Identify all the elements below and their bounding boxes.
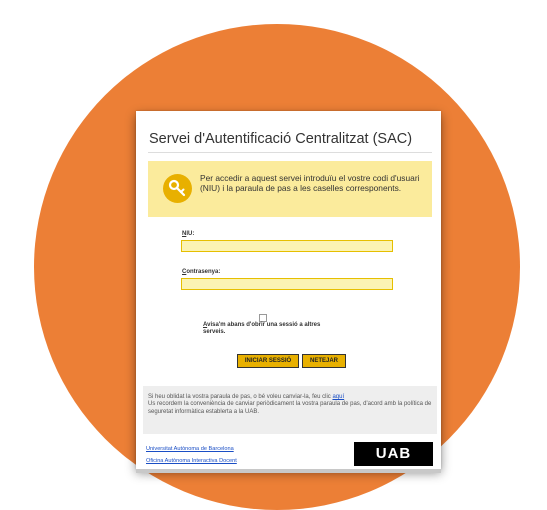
clear-button[interactable]: NETEJAR bbox=[302, 354, 346, 368]
title-divider bbox=[148, 152, 432, 153]
info-text: Per accedir a aquest servei introduïu el… bbox=[200, 173, 420, 193]
password-input[interactable] bbox=[181, 278, 393, 290]
forgot-password-link[interactable]: aquí bbox=[332, 394, 344, 400]
remember-label: Avisa'm abans d'obrir una sessió a altre… bbox=[203, 322, 323, 336]
uab-logo: UAB bbox=[354, 442, 433, 466]
uab-home-link[interactable]: Universitat Autònoma de Barcelona bbox=[146, 446, 234, 452]
niu-label: NIU: bbox=[182, 231, 194, 237]
niu-input[interactable] bbox=[181, 240, 393, 252]
notice-box: Si heu oblidat la vostra paraula de pas,… bbox=[143, 386, 437, 434]
page-title: Servei d'Autentificació Centralitzat (SA… bbox=[149, 131, 413, 147]
remember-label-text: visa'm abans d'obrir una sessió a altres… bbox=[203, 322, 321, 335]
notice-line-2: Us recordem la conveniència de canviar p… bbox=[148, 401, 432, 415]
password-label-text: ontrasenya: bbox=[186, 269, 221, 275]
login-button[interactable]: INICIAR SESSIÓ bbox=[237, 354, 299, 368]
key-icon bbox=[163, 174, 192, 203]
info-box: Per accedir a aquest servei introduïu el… bbox=[148, 161, 432, 217]
login-card: Servei d'Autentificació Centralitzat (SA… bbox=[136, 111, 441, 469]
notice-text: Si heu oblidat la vostra paraula de pas,… bbox=[148, 394, 433, 416]
password-label: Contrasenya: bbox=[182, 269, 220, 275]
niu-label-text: IU: bbox=[186, 231, 195, 237]
remember-checkbox[interactable] bbox=[259, 314, 267, 322]
card-bottom-edge bbox=[136, 469, 441, 473]
notice-line-1: Si heu oblidat la vostra paraula de pas,… bbox=[148, 394, 331, 400]
oaid-link[interactable]: Oficina Autònoma Interactiva Docent bbox=[146, 458, 237, 464]
